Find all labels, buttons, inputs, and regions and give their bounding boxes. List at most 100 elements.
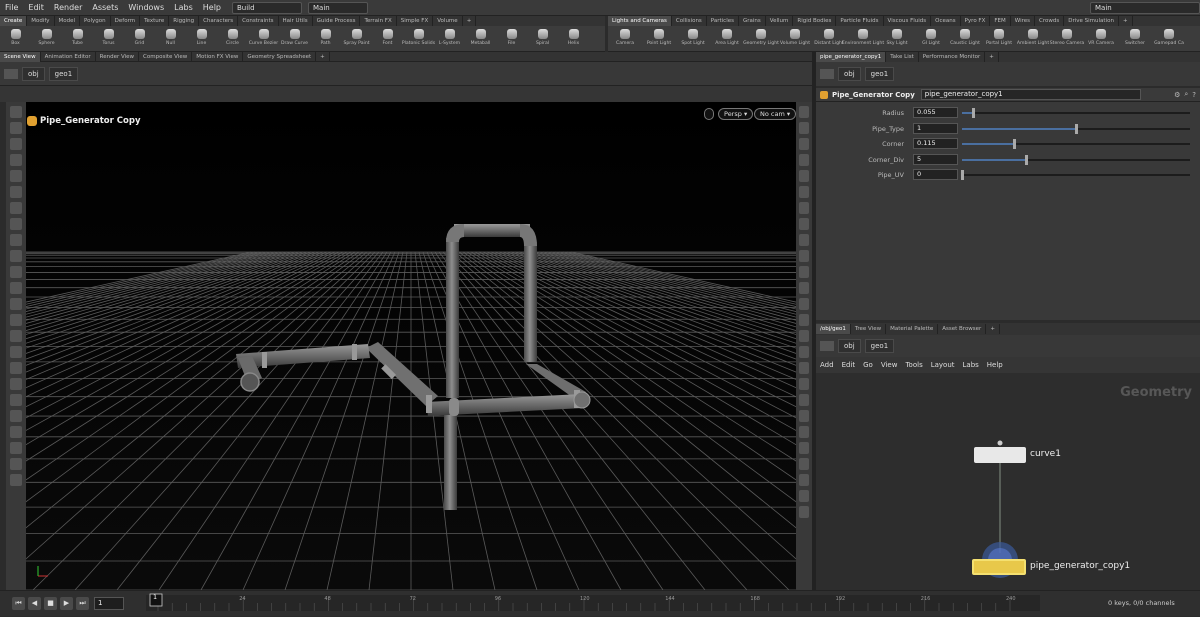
right-tool-icon[interactable] — [799, 474, 809, 486]
viewport-canvas[interactable] — [26, 102, 796, 590]
left-tool-icon[interactable] — [10, 266, 22, 278]
jump-start-button[interactable]: ⏮ — [12, 597, 25, 610]
shelf-left-tool-10[interactable]: Path — [310, 26, 341, 52]
right-tool-icon[interactable] — [799, 330, 809, 342]
menu-labs[interactable]: Labs — [169, 0, 198, 16]
shelf-left-tool-9[interactable]: Draw Curve — [279, 26, 310, 52]
shelf-left-tool-3[interactable]: Torus — [93, 26, 124, 52]
left-tool-icon[interactable] — [10, 234, 22, 246]
net-path-geo[interactable]: geo1 — [864, 339, 895, 353]
viewport-tab-3[interactable]: Composite View — [139, 51, 193, 62]
network-canvas[interactable] — [816, 373, 1200, 590]
timeline-ruler[interactable]: 24 48 72 96 120 144 168 192 216 240 — [0, 591, 1200, 617]
left-tool-icon[interactable] — [10, 218, 22, 230]
right-tool-icon[interactable] — [799, 490, 809, 502]
left-tool-icon[interactable] — [10, 474, 22, 486]
shelf-left-tool-7[interactable]: Circle — [217, 26, 248, 52]
shelf-right-tool-10[interactable]: Caustic Light — [948, 26, 982, 52]
shelf-left-tool-0[interactable]: Box — [0, 26, 31, 52]
shelf-left-tool-8[interactable]: Curve Bezier — [248, 26, 279, 52]
param-value-field[interactable]: 0.055 — [913, 107, 958, 118]
add-tab-button[interactable]: + — [985, 52, 999, 62]
add-tab-button[interactable]: + — [463, 16, 477, 26]
play-button[interactable]: ▶ — [60, 597, 73, 610]
shelf-right-tool-14[interactable]: VR Camera — [1084, 26, 1118, 52]
path-geo[interactable]: geo1 — [48, 66, 79, 81]
network-menu-7[interactable]: Help — [983, 361, 1007, 369]
left-tool-icon[interactable] — [10, 426, 22, 438]
shelf-right-tool-0[interactable]: Camera — [608, 26, 642, 52]
param-slider-handle[interactable] — [972, 108, 976, 118]
help-icon[interactable]: ? — [1192, 91, 1196, 99]
param-slider[interactable] — [962, 108, 1190, 118]
left-tool-icon[interactable] — [10, 106, 22, 118]
shelf-left-tab-2[interactable]: Model — [55, 16, 81, 26]
shelf-left-tab-8[interactable]: Constraints — [238, 16, 279, 26]
step-back-button[interactable]: ◀ — [28, 597, 41, 610]
shelf-right-tab-6[interactable]: Particle Fluids — [836, 16, 884, 26]
shelf-right-tool-2[interactable]: Spot Light — [676, 26, 710, 52]
right-tool-icon[interactable] — [799, 170, 809, 182]
shelf-left-tool-6[interactable]: Line — [186, 26, 217, 52]
param-slider[interactable] — [962, 154, 1190, 165]
right-tool-icon[interactable] — [799, 442, 809, 454]
shelf-right-tab-3[interactable]: Grains — [739, 16, 766, 26]
shelf-right-tab-13[interactable]: Drive Simulation — [1064, 16, 1119, 26]
path-obj[interactable]: obj — [838, 67, 861, 81]
shelf-right-tab-5[interactable]: Rigid Bodies — [793, 16, 837, 26]
scene-viewport[interactable] — [26, 102, 796, 590]
shelf-right-tab-0[interactable]: Lights and Cameras — [608, 16, 672, 26]
left-tool-icon[interactable] — [10, 394, 22, 406]
gear-icon[interactable]: ⚙ — [1174, 91, 1180, 99]
shelf-right-tab-1[interactable]: Collisions — [672, 16, 707, 26]
shelf-right-tool-3[interactable]: Area Light — [710, 26, 744, 52]
network-menu-0[interactable]: Add — [816, 361, 838, 369]
shelf-right-tool-7[interactable]: Environment Light — [842, 26, 884, 52]
shelf-right-tool-4[interactable]: Geometry Light — [743, 26, 779, 52]
shelf-left-tab-6[interactable]: Rigging — [169, 16, 200, 26]
shelf-left-tab-12[interactable]: Simple FX — [397, 16, 434, 26]
right-tool-icon[interactable] — [799, 378, 809, 390]
path-obj[interactable]: obj — [22, 66, 45, 81]
shelf-right-tab-7[interactable]: Viscous Fluids — [884, 16, 932, 26]
shelf-left-tool-18[interactable]: Helix — [558, 26, 589, 52]
param-value-field[interactable]: 0 — [913, 169, 958, 180]
shelf-right-tab-8[interactable]: Oceans — [931, 16, 961, 26]
network-menu-3[interactable]: View — [877, 361, 902, 369]
network-tab-0[interactable]: /obj/geo1 — [816, 324, 851, 334]
shelf-left-tool-2[interactable]: Tube — [62, 26, 93, 52]
shelf-left-tool-5[interactable]: Null — [155, 26, 186, 52]
shelf-left-tab-10[interactable]: Guide Process — [313, 16, 361, 26]
shelf-left-tool-11[interactable]: Spray Paint — [341, 26, 372, 52]
right-tool-icon[interactable] — [799, 410, 809, 422]
network-tab-2[interactable]: Material Palette — [886, 324, 939, 334]
left-tool-icon[interactable] — [10, 378, 22, 390]
param-slider-handle[interactable] — [1075, 123, 1078, 134]
left-tool-icon[interactable] — [10, 410, 22, 422]
shelf-right-tab-11[interactable]: Wires — [1011, 16, 1036, 26]
viewport-tab-4[interactable]: Motion FX View — [192, 51, 244, 62]
param-slider-handle[interactable] — [961, 170, 964, 180]
context-selector[interactable]: Main — [308, 1, 368, 14]
shelf-left-tool-14[interactable]: L-System — [434, 26, 465, 52]
shelf-right-tab-12[interactable]: Crowds — [1035, 16, 1065, 26]
right-tool-icon[interactable] — [799, 426, 809, 438]
path-geo[interactable]: geo1 — [864, 67, 895, 81]
param-tab-0[interactable]: pipe_generator_copy1 — [816, 52, 887, 62]
network-menu-2[interactable]: Go — [859, 361, 877, 369]
left-tool-icon[interactable] — [10, 298, 22, 310]
right-tool-icon[interactable] — [799, 394, 809, 406]
right-tool-icon[interactable] — [799, 266, 809, 278]
shelf-left-tool-4[interactable]: Grid — [124, 26, 155, 52]
left-tool-icon[interactable] — [10, 122, 22, 134]
shelf-right-tool-13[interactable]: Stereo Camera — [1050, 26, 1084, 52]
menu-assets[interactable]: Assets — [87, 0, 123, 16]
camera-menu[interactable]: No cam ▾ — [754, 108, 797, 120]
add-tab-button[interactable]: + — [986, 324, 1000, 334]
network-tab-3[interactable]: Asset Browser — [938, 324, 987, 334]
shelf-left-tool-1[interactable]: Sphere — [31, 26, 62, 52]
right-context-selector[interactable]: Main — [1090, 1, 1200, 14]
shelf-left-tab-7[interactable]: Characters — [199, 16, 239, 26]
right-tool-icon[interactable] — [799, 154, 809, 166]
right-tool-icon[interactable] — [799, 458, 809, 470]
